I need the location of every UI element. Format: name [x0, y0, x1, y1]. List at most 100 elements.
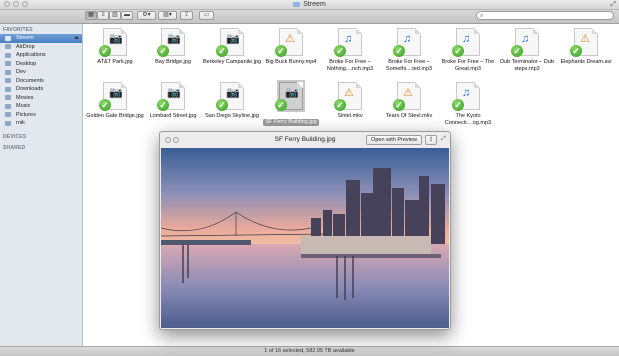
sync-checkmark-icon: ✓: [452, 99, 464, 111]
audio-glyph-icon: ♫: [462, 33, 471, 45]
sidebar-item-dev[interactable]: Dev: [0, 68, 82, 77]
page-fold: [592, 28, 598, 34]
shared-header: SHARED: [3, 144, 26, 151]
video-glyph-icon: ⚠: [580, 33, 590, 45]
file-label: Lombard Street.jpg: [149, 113, 197, 119]
share-button[interactable]: ⇪: [180, 11, 193, 20]
file-item[interactable]: 📷 ✓ Berkeley Campanile.jpg: [202, 28, 262, 66]
open-with-preview-button[interactable]: Open with Preview: [366, 135, 422, 145]
sync-checkmark-icon: ✓: [216, 99, 228, 111]
path-button[interactable]: ▭: [199, 11, 214, 20]
folder-icon: [5, 35, 11, 41]
file-item[interactable]: ♫ ✓ Broke For Free – Nothing....nch.mp3: [320, 28, 380, 72]
file-item[interactable]: ♫ ✓ Broke For Free – The Great.mp3: [438, 28, 498, 72]
file-item[interactable]: ⚠ ✓ Sintel.mkv: [320, 82, 380, 120]
image-glyph-icon: 📷: [285, 87, 299, 99]
sync-checkmark-icon: ✓: [570, 45, 582, 57]
arrange-button[interactable]: ▤▾: [158, 11, 177, 20]
file-item[interactable]: 📷 ✓ Golden Gate Bridge.jpg: [85, 82, 145, 120]
sync-checkmark-icon: ✓: [157, 99, 169, 111]
file-item[interactable]: 📷 ✓ AT&T Park.jpg: [85, 28, 145, 66]
audio-file-icon: ♫ ✓: [393, 28, 421, 57]
eject-icon[interactable]: ⏏: [74, 34, 79, 43]
sync-checkmark-icon: ✓: [216, 45, 228, 57]
image-glyph-icon: 📷: [226, 87, 240, 99]
audio-file-icon: ♫ ✓: [452, 82, 480, 111]
icon-view-button[interactable]: ▦: [85, 11, 97, 20]
file-label: Dub Terminator – Dub steps.mp3: [500, 59, 554, 72]
audio-glyph-icon: ♫: [521, 33, 530, 45]
page-fold: [356, 28, 362, 34]
file-item[interactable]: ♫ ✓ The Kyoto Connecti....og.mp3: [438, 82, 498, 126]
sidebar-item-music[interactable]: Music: [0, 102, 82, 111]
page-fold: [415, 28, 421, 34]
sidebar-item-label: AirDrop: [16, 43, 35, 50]
sidebar-item-label: Streem: [16, 35, 34, 41]
gear-icon: ⚙▾: [142, 12, 151, 18]
file-label: San Diego Skyline.jpg: [205, 113, 259, 119]
file-label: The Kyoto Connecti....og.mp3: [444, 113, 492, 126]
image-glyph-icon: 📷: [167, 87, 181, 99]
toolbar: ▦ ≡ ▥ ▬ ⚙▾ ▤▾ ⇪ ▭ ⌕: [0, 10, 619, 24]
quicklook-titlebar[interactable]: SF Ferry Building.jpg Open with Preview …: [160, 132, 450, 148]
expand-icon[interactable]: ⤢: [441, 135, 446, 144]
quicklook-share-button[interactable]: ⇪: [425, 135, 437, 145]
file-item[interactable]: 📷 ✓ SF Ferry Building.jpg: [261, 80, 321, 128]
file-item[interactable]: 📷 ✓ San Diego Skyline.jpg: [202, 82, 262, 120]
folder-icon: [5, 69, 11, 75]
sidebar-item-label: rnik: [16, 120, 25, 126]
file-label: Broke For Free – Nothing....nch.mp3: [326, 59, 374, 72]
file-item[interactable]: ⚠ ✓ Big Buck Bunny.mp4: [261, 28, 321, 66]
path-icon: ▭: [203, 12, 210, 18]
downloads-icon: [5, 86, 11, 92]
sync-checkmark-icon: ✓: [275, 45, 287, 57]
sidebar-item-streem[interactable]: Streem ⏏: [0, 34, 82, 43]
sidebar-item-downloads[interactable]: Downloads: [0, 85, 82, 94]
airdrop-icon: [5, 44, 11, 49]
sync-checkmark-icon: ✓: [452, 45, 464, 57]
sidebar-item-movies[interactable]: Movies: [0, 94, 82, 103]
sidebar-item-desktop[interactable]: Desktop: [0, 60, 82, 69]
list-view-button[interactable]: ≡: [97, 11, 109, 20]
file-item[interactable]: 📷 ✓ Bay Bridge.jpg: [143, 28, 203, 66]
sidebar-item-applications[interactable]: Applications: [0, 51, 82, 60]
file-label: Broke For Free – Somethi....ted.mp3: [385, 59, 433, 72]
sync-checkmark-icon: ✓: [275, 99, 287, 111]
search-icon: ⌕: [480, 13, 484, 19]
sidebar-item-pictures[interactable]: Pictures: [0, 111, 82, 120]
sidebar-item-airdrop[interactable]: AirDrop: [0, 43, 82, 52]
share-icon: ⇪: [428, 137, 434, 143]
video-file-icon: ⚠ ✓: [570, 28, 598, 57]
audio-file-icon: ♫ ✓: [511, 28, 539, 57]
quicklook-panel[interactable]: SF Ferry Building.jpg Open with Preview …: [159, 131, 451, 330]
image-glyph-icon: 📷: [109, 33, 123, 45]
favorites-header: FAVORITES: [3, 27, 33, 33]
devices-header: DEVICES: [3, 133, 27, 140]
audio-glyph-icon: ♫: [344, 33, 353, 45]
file-label: SF Ferry Building.jpg: [263, 119, 319, 126]
file-item[interactable]: ♫ ✓ Dub Terminator – Dub steps.mp3: [497, 28, 557, 72]
column-view-button[interactable]: ▥: [109, 11, 121, 20]
video-file-icon: ⚠ ✓: [393, 82, 421, 111]
sidebar-item-label: Downloads: [16, 86, 44, 92]
search-field[interactable]: ⌕: [476, 11, 614, 20]
fullscreen-icon[interactable]: ⤢: [610, 0, 616, 9]
file-item[interactable]: ♫ ✓ Broke For Free – Somethi....ted.mp3: [379, 28, 439, 72]
file-item[interactable]: 📷 ✓ Lombard Street.jpg: [143, 82, 203, 120]
page-fold: [474, 82, 480, 88]
sync-checkmark-icon: ✓: [511, 45, 523, 57]
image-file-icon: 📷 ✓: [216, 82, 244, 111]
sidebar-item-home[interactable]: rnik: [0, 119, 82, 128]
file-item[interactable]: ⚠ ✓ Elephants Dream.avi: [556, 28, 616, 66]
sidebar-item-documents[interactable]: Documents: [0, 77, 82, 86]
applications-icon: [5, 52, 11, 58]
video-glyph-icon: ⚠: [344, 87, 354, 99]
page-fold: [474, 28, 480, 34]
file-label: Sintel.mkv: [337, 113, 363, 119]
action-gear-button[interactable]: ⚙▾: [137, 11, 156, 20]
coverflow-view-button[interactable]: ▬: [121, 11, 133, 20]
video-file-icon: ⚠ ✓: [275, 28, 303, 57]
image-file-icon: 📷 ✓: [157, 82, 185, 111]
sidebar-item-label: Applications: [16, 52, 46, 58]
file-item[interactable]: ⚠ ✓ Tears Of Steel.mkv: [379, 82, 439, 120]
